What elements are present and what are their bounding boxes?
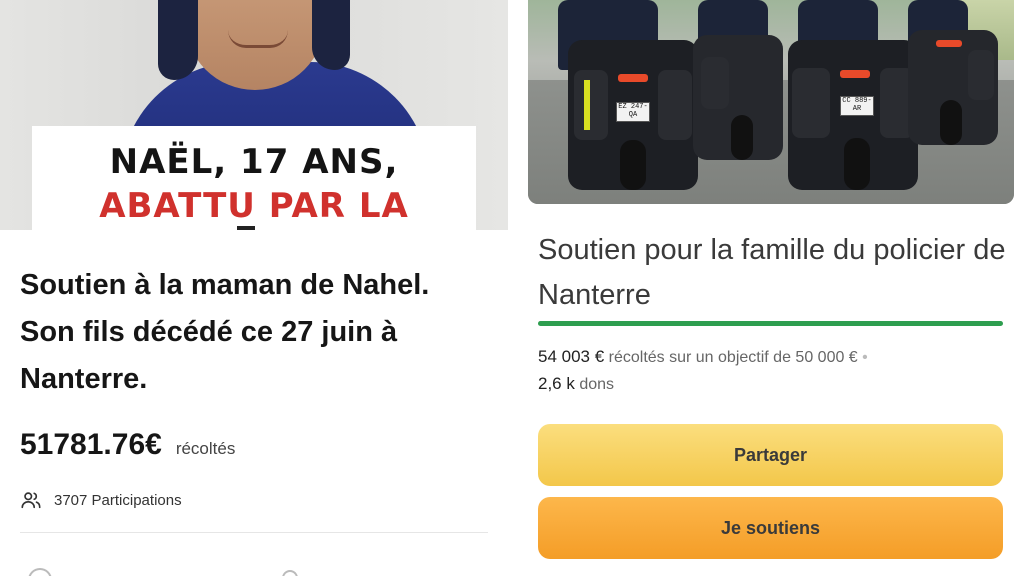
right-fundraiser-card: EZ 247-QA CC 889-AR Soutien pour la fami… bbox=[518, 0, 1024, 576]
separator-dot: • bbox=[862, 349, 868, 366]
photo-moto-case bbox=[574, 70, 608, 140]
donation-count: 2,6 k bbox=[538, 374, 575, 393]
support-button[interactable]: Je soutiens bbox=[538, 497, 1003, 559]
participants-count: 3707 Participations bbox=[54, 491, 182, 509]
photo-moto-case bbox=[792, 68, 830, 138]
photo-moto-light bbox=[840, 70, 870, 78]
photo-moto-case bbox=[968, 50, 994, 100]
amount-raised: 51781.76€ bbox=[20, 428, 162, 461]
photo-moto-stripe bbox=[584, 80, 590, 130]
photo-moto-wheel bbox=[731, 115, 753, 160]
donation-label: dons bbox=[579, 376, 615, 393]
goal-amount: 50 000 € bbox=[795, 349, 858, 366]
photo-moto-plate: CC 889-AR bbox=[840, 96, 874, 116]
photo-motorcycle: EZ 247-QA bbox=[568, 40, 698, 190]
photo-moto-wheel bbox=[844, 138, 870, 190]
fundraiser-title: Soutien pour la famille du policier de N… bbox=[538, 234, 1006, 311]
photo-moto-light bbox=[618, 74, 648, 82]
partial-icon bbox=[28, 568, 52, 576]
photo-motorcycle: CC 889-AR bbox=[788, 40, 918, 190]
photo-moto-wheel bbox=[620, 140, 646, 190]
photo-moto-case bbox=[658, 70, 692, 140]
people-icon bbox=[21, 492, 41, 509]
amount-label: récoltés bbox=[175, 439, 236, 458]
photo-moto-wheel bbox=[940, 100, 962, 145]
support-button-label: Je soutiens bbox=[720, 518, 821, 538]
raised-suffix: récoltés sur un objectif de bbox=[608, 349, 791, 366]
progress-bar-fill bbox=[538, 321, 1003, 326]
photo-motorcycle bbox=[693, 35, 783, 160]
progress-bar bbox=[538, 321, 1003, 326]
participants-row: 3707 Participations bbox=[20, 488, 182, 512]
police-motorcycles-photo: EZ 247-QA CC 889-AR bbox=[528, 0, 1014, 204]
share-button-label: Partager bbox=[733, 445, 808, 465]
amount-raised: 54 003 € bbox=[538, 347, 605, 366]
divider bbox=[20, 532, 488, 533]
amount-raised-row: 51781.76€ récoltés bbox=[20, 428, 235, 464]
caption-cut-glyph bbox=[237, 226, 255, 230]
photo-motorcycle bbox=[908, 30, 998, 145]
photo-caption: NAËL, 17 ANS, ABATTU PAR LA bbox=[32, 126, 476, 230]
photo-helmet-left bbox=[158, 0, 198, 80]
caption-line-1: NAËL, 17 ANS, bbox=[109, 142, 399, 182]
photo-moto-light bbox=[936, 40, 962, 47]
caption-line-2: ABATTU PAR LA bbox=[99, 186, 409, 226]
fundraiser-title: Soutien à la maman de Nahel. Son fils dé… bbox=[20, 269, 430, 395]
photo-smile bbox=[228, 30, 288, 48]
photo-moto-plate: EZ 247-QA bbox=[616, 102, 650, 122]
photo-moto-case bbox=[701, 57, 729, 109]
fundraiser-stats: 54 003 € récoltés sur un objectif de 50 … bbox=[538, 344, 1014, 398]
partial-icon bbox=[282, 570, 298, 576]
share-button[interactable]: Partager bbox=[538, 424, 1003, 486]
photo-helmet-right bbox=[312, 0, 350, 70]
left-fundraiser-card: NAËL, 17 ANS, ABATTU PAR LA Soutien à la… bbox=[0, 0, 508, 576]
